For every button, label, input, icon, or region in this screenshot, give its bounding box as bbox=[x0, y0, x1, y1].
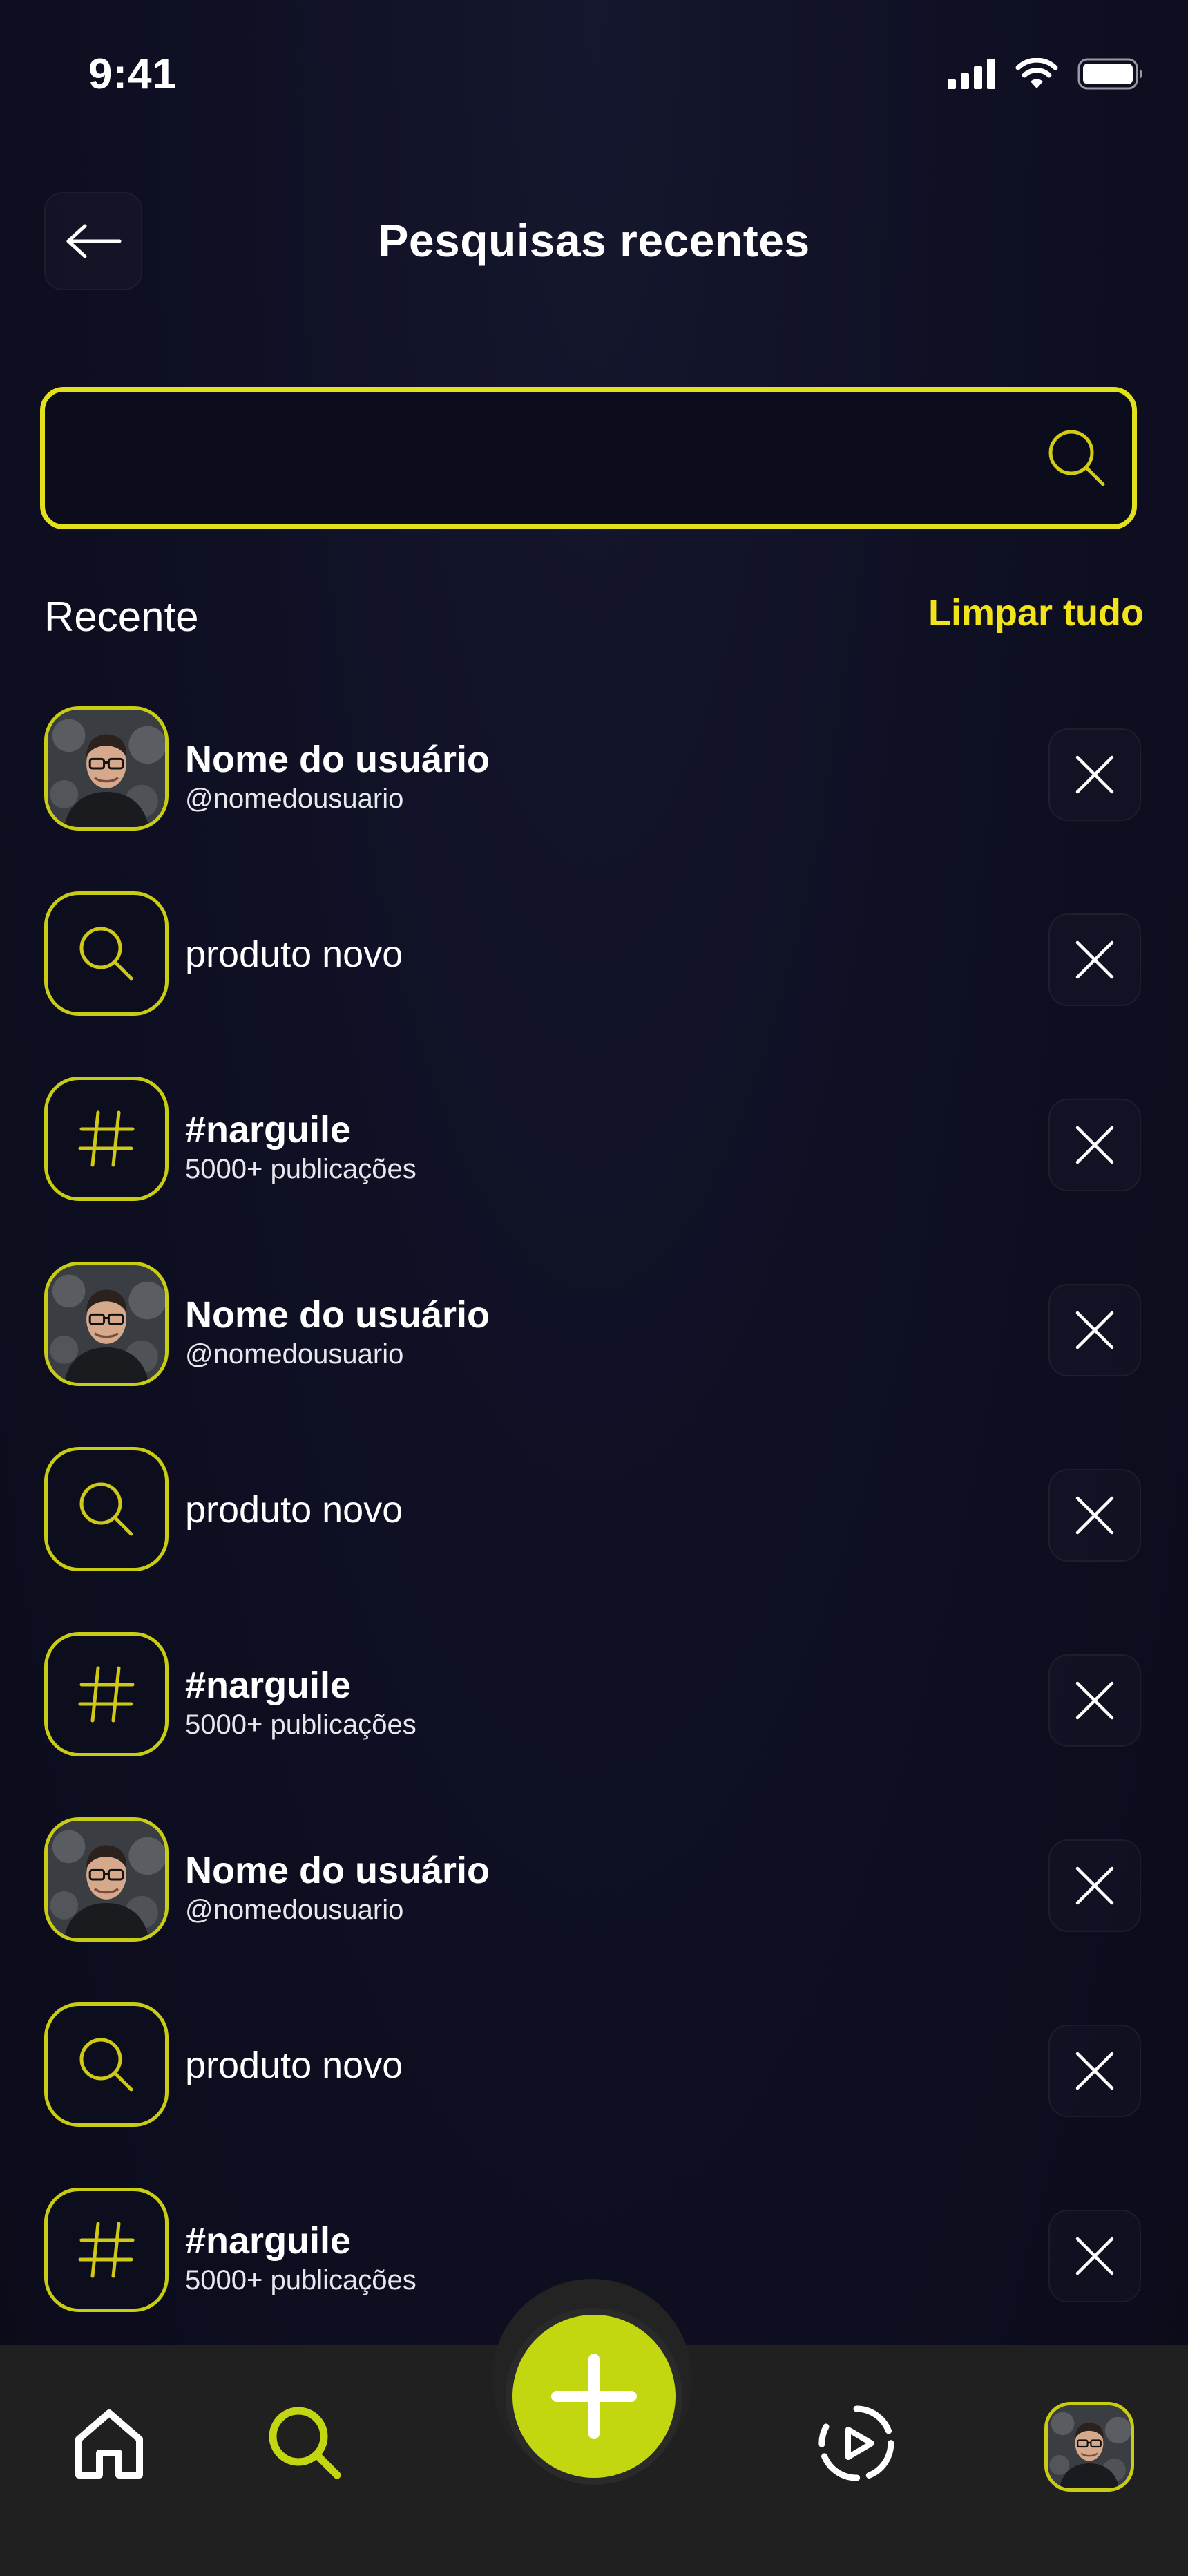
hashtag-thumb bbox=[44, 1077, 169, 1201]
clear-all-button[interactable]: Limpar tudo bbox=[928, 591, 1144, 634]
close-icon bbox=[1075, 2237, 1114, 2275]
search-icon bbox=[269, 2407, 341, 2479]
search-thumb bbox=[44, 891, 169, 1016]
avatar-frame bbox=[44, 1262, 169, 1386]
hashtag-icon bbox=[78, 2222, 135, 2278]
play-circle-icon bbox=[818, 2405, 894, 2481]
item-subtitle: @nomedousuario bbox=[185, 1339, 404, 1370]
item-title: #narguile bbox=[185, 1109, 352, 1150]
search-input[interactable] bbox=[73, 392, 1028, 526]
header: Pesquisas recentes bbox=[0, 187, 1188, 290]
recent-item-search[interactable]: produto novo bbox=[0, 1998, 1188, 2137]
section-title: Recente bbox=[44, 594, 199, 640]
avatar bbox=[48, 1821, 165, 1938]
avatar bbox=[48, 710, 165, 827]
remove-item-button[interactable] bbox=[1048, 913, 1141, 1006]
close-icon bbox=[1075, 1311, 1114, 1349]
plus-icon bbox=[551, 2354, 637, 2439]
tab-home[interactable] bbox=[69, 2403, 149, 2483]
search-field[interactable] bbox=[40, 387, 1137, 529]
search-icon bbox=[79, 1482, 133, 1536]
item-title: produto novo bbox=[185, 934, 403, 975]
search-thumb bbox=[44, 1447, 169, 1571]
close-icon bbox=[1075, 1126, 1114, 1164]
hashtag-thumb bbox=[44, 1632, 169, 1756]
item-title: Nome do usuário bbox=[185, 1850, 490, 1891]
close-icon bbox=[1075, 2052, 1114, 2090]
remove-item-button[interactable] bbox=[1048, 1469, 1141, 1562]
page-title: Pesquisas recentes bbox=[378, 215, 810, 266]
status-bar: 9:41 bbox=[0, 0, 1188, 152]
remove-item-button[interactable] bbox=[1048, 1284, 1141, 1376]
item-title: produto novo bbox=[185, 1489, 403, 1531]
tab-videos[interactable] bbox=[816, 2403, 897, 2483]
status-time: 9:41 bbox=[88, 50, 178, 98]
create-button[interactable] bbox=[512, 2315, 676, 2478]
home-icon bbox=[75, 2409, 143, 2479]
item-subtitle: @nomedousuario bbox=[185, 1895, 404, 1925]
avatar bbox=[1048, 2405, 1131, 2488]
status-icons bbox=[948, 58, 1144, 90]
item-title: #narguile bbox=[185, 1665, 352, 1706]
item-subtitle: @nomedousuario bbox=[185, 784, 404, 814]
remove-item-button[interactable] bbox=[1048, 1654, 1141, 1747]
search-thumb bbox=[44, 2002, 169, 2127]
remove-item-button[interactable] bbox=[1048, 728, 1141, 821]
remove-item-button[interactable] bbox=[1048, 1099, 1141, 1191]
avatar-frame bbox=[44, 706, 169, 831]
recent-item-search[interactable]: produto novo bbox=[0, 887, 1188, 1025]
remove-item-button[interactable] bbox=[1048, 2025, 1141, 2117]
item-subtitle: 5000+ publicações bbox=[185, 2265, 416, 2295]
hashtag-thumb bbox=[44, 2188, 169, 2312]
item-subtitle: 5000+ publicações bbox=[185, 1154, 416, 1184]
avatar bbox=[48, 1265, 165, 1383]
item-title: produto novo bbox=[185, 2045, 403, 2086]
item-title: Nome do usuário bbox=[185, 1294, 490, 1336]
hashtag-icon bbox=[78, 1666, 135, 1723]
item-title: Nome do usuário bbox=[185, 739, 490, 780]
wifi-icon bbox=[1015, 58, 1058, 88]
signal-icon bbox=[948, 59, 995, 89]
avatar-frame bbox=[44, 1817, 169, 1942]
close-icon bbox=[1075, 755, 1114, 794]
item-title: #narguile bbox=[185, 2220, 352, 2262]
search-icon[interactable] bbox=[1045, 426, 1109, 490]
battery-icon bbox=[1077, 58, 1142, 90]
recent-item-hashtag[interactable]: #narguile 5000+ publicações bbox=[0, 1628, 1188, 1766]
recent-item-user[interactable]: Nome do usuário @nomedousuario bbox=[0, 1813, 1188, 1951]
close-icon bbox=[1075, 1681, 1114, 1720]
close-icon bbox=[1075, 1866, 1114, 1905]
recent-item-user[interactable]: Nome do usuário @nomedousuario bbox=[0, 702, 1188, 840]
close-icon bbox=[1075, 1496, 1114, 1535]
tab-search[interactable] bbox=[265, 2403, 345, 2483]
recent-item-search[interactable]: produto novo bbox=[0, 1443, 1188, 1581]
close-icon bbox=[1075, 940, 1114, 979]
recent-item-hashtag[interactable]: #narguile 5000+ publicações bbox=[0, 1072, 1188, 1211]
search-icon bbox=[79, 927, 133, 981]
item-subtitle: 5000+ publicações bbox=[185, 1710, 416, 1740]
remove-item-button[interactable] bbox=[1048, 2210, 1141, 2302]
hashtag-icon bbox=[78, 1110, 135, 1167]
search-icon bbox=[79, 2038, 133, 2092]
tab-profile-avatar[interactable] bbox=[1044, 2402, 1134, 2492]
remove-item-button[interactable] bbox=[1048, 1839, 1141, 1932]
recent-item-user[interactable]: Nome do usuário @nomedousuario bbox=[0, 1258, 1188, 1396]
